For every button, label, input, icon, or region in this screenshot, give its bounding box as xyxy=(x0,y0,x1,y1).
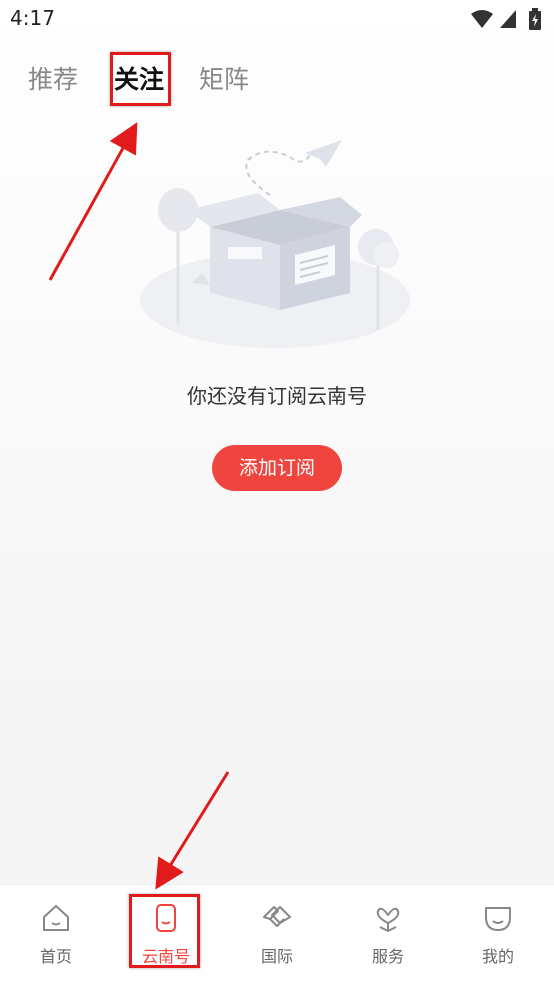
status-bar: 4:17 xyxy=(0,0,554,38)
nav-home[interactable]: 首页 xyxy=(1,885,111,981)
tab-matrix[interactable]: 矩阵 xyxy=(199,58,249,102)
nav-international[interactable]: 国际 xyxy=(222,885,332,981)
add-subscription-button[interactable]: 添加订阅 xyxy=(212,445,342,491)
battery-icon xyxy=(529,8,541,30)
signal-icon xyxy=(500,10,516,28)
arrow-to-yunnanhao-nav xyxy=(155,771,230,890)
wifi-icon xyxy=(471,10,493,28)
bottom-nav: 首页 云南号 国际 服务 我的 xyxy=(0,884,554,984)
nav-yunnanhao-label: 云南号 xyxy=(141,947,190,966)
empty-box-illustration xyxy=(140,140,410,348)
arrow-to-following-tab xyxy=(48,122,138,281)
tab-recommend[interactable]: 推荐 xyxy=(28,58,78,102)
top-tabs: 推荐 关注 矩阵 xyxy=(0,58,554,108)
nav-profile-label: 我的 xyxy=(481,947,514,966)
nav-yunnanhao[interactable]: 云南号 xyxy=(111,885,221,981)
status-time: 4:17 xyxy=(10,6,55,30)
handshake-icon xyxy=(263,906,291,927)
nav-service-label: 服务 xyxy=(371,947,404,966)
empty-message: 你还没有订阅云南号 xyxy=(187,384,367,408)
tab-following[interactable]: 关注 xyxy=(114,58,164,102)
profile-icon xyxy=(485,907,511,931)
nav-home-label: 首页 xyxy=(39,947,72,966)
service-icon xyxy=(376,907,400,933)
nav-international-label: 国际 xyxy=(260,947,293,966)
home-icon xyxy=(43,905,69,931)
nav-service[interactable]: 服务 xyxy=(333,885,443,981)
nav-profile[interactable]: 我的 xyxy=(443,885,553,981)
phone-icon xyxy=(156,904,176,932)
